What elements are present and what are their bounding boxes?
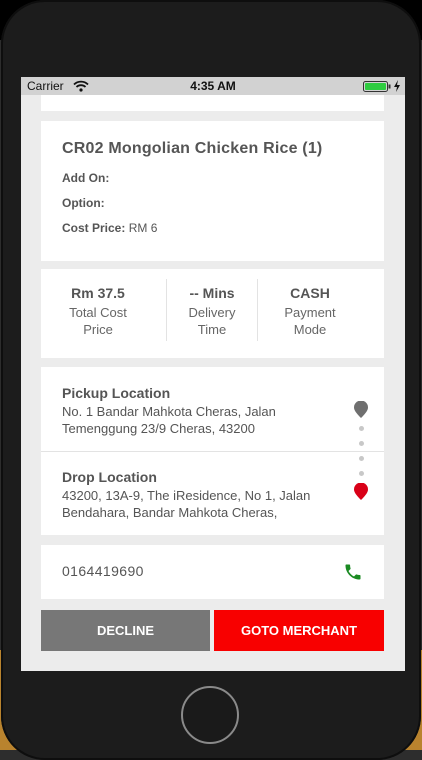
app-screen: Carrier 4:35 AM CR02 Mongolian Chicken R…	[21, 77, 405, 671]
pickup-location-title: Pickup Location	[62, 385, 171, 401]
delivery-time-label-line1: Delivery	[188, 305, 236, 320]
route-dot	[359, 456, 364, 461]
battery-icon	[363, 81, 391, 92]
decline-button[interactable]: DECLINE	[41, 610, 210, 651]
previous-card-edge	[41, 95, 384, 111]
route-dot	[359, 471, 364, 476]
delivery-time-column: -- Mins Delivery Time	[155, 285, 269, 338]
total-cost-column: Rm 37.5 Total Cost Price	[41, 285, 155, 338]
add-on-label: Add On:	[62, 171, 110, 185]
home-button[interactable]	[181, 686, 239, 744]
delivery-time-label: Delivery Time	[155, 304, 269, 338]
payment-mode-label-line1: Payment	[284, 305, 336, 320]
delivery-time-label-line2: Time	[197, 322, 227, 337]
option-label: Option:	[62, 196, 105, 210]
customer-phone-number: 0164419690	[62, 563, 144, 579]
total-cost-label-line1: Total Cost	[69, 305, 127, 320]
locations-card: Pickup Location No. 1 Bandar Mahkota Che…	[41, 367, 384, 535]
goto-merchant-button[interactable]: GOTO MERCHANT	[214, 610, 384, 651]
item-title: CR02 Mongolian Chicken Rice (1)	[62, 140, 323, 157]
add-on-row: Add On:	[62, 171, 109, 185]
delivery-time-value: -- Mins	[189, 285, 235, 301]
drop-location-title: Drop Location	[62, 469, 157, 485]
status-time: 4:35 AM	[190, 79, 236, 93]
payment-mode-label-line2: Mode	[293, 322, 327, 337]
location-divider	[41, 451, 384, 452]
route-dot	[359, 426, 364, 431]
total-cost-label-line2: Price	[83, 322, 113, 337]
cost-price-row: Cost Price: RM 6	[62, 221, 157, 235]
option-row: Option:	[62, 196, 105, 210]
pickup-location-address: No. 1 Bandar Mahkota Cheras, Jalan Temen…	[62, 403, 357, 437]
cost-price-label: Cost Price:	[62, 221, 126, 235]
order-item-card: CR02 Mongolian Chicken Rice (1) Add On: …	[41, 121, 384, 261]
payment-mode-value: CASH	[290, 285, 330, 301]
pickup-address-line2: Temenggung 23/9 Cheras, 43200	[62, 421, 255, 436]
charging-bolt-icon	[394, 80, 400, 92]
drop-pin-icon	[354, 483, 368, 500]
pickup-address-line1: No. 1 Bandar Mahkota Cheras, Jalan	[62, 404, 276, 419]
total-cost-value: Rm 37.5	[71, 285, 125, 301]
payment-mode-column: CASH Payment Mode	[253, 285, 367, 338]
route-dot	[359, 441, 364, 446]
phone-call-icon[interactable]	[343, 562, 363, 582]
payment-mode-label: Payment Mode	[253, 304, 367, 338]
cost-price-value: RM 6	[128, 221, 158, 235]
drop-address-line1: 43200, 13A-9, The iResidence, No 1, Jala…	[62, 488, 311, 503]
total-cost-label: Total Cost Price	[41, 304, 155, 338]
order-summary-card: Rm 37.5 Total Cost Price -- Mins Deliver…	[41, 269, 384, 358]
drop-address-line2: Bendahara, Bandar Mahkota Cheras,	[62, 505, 278, 520]
drop-location-address: 43200, 13A-9, The iResidence, No 1, Jala…	[62, 487, 357, 521]
pickup-pin-icon	[354, 401, 368, 418]
status-bar: Carrier 4:35 AM	[21, 77, 405, 95]
contact-card: 0164419690	[41, 545, 384, 599]
